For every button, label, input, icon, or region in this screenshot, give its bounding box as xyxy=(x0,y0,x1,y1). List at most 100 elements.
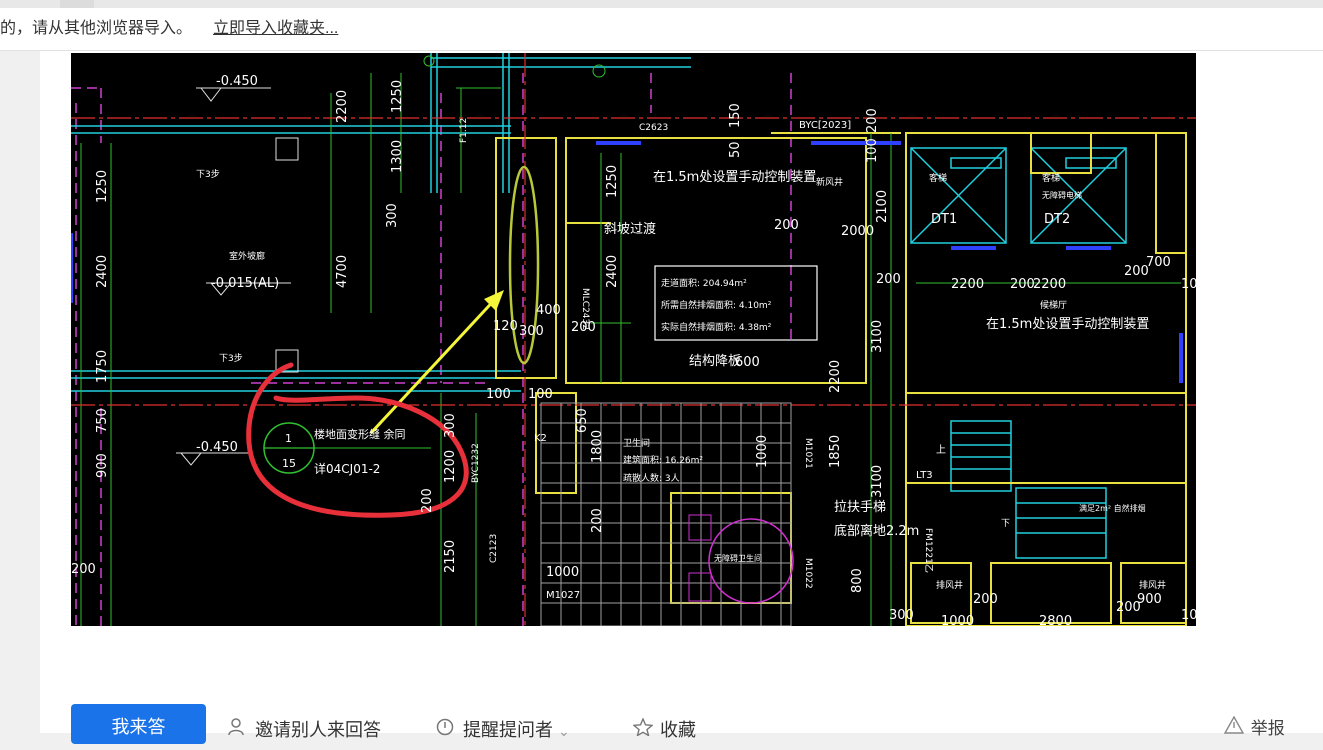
cad-label-200c: 200 xyxy=(571,320,596,335)
cad-label-200d: 200 xyxy=(876,272,901,287)
cad-label-dt2: DT2 xyxy=(1044,212,1070,227)
cad-dim-1250b: 1250 xyxy=(390,80,405,113)
cad-label-wc: 卫生间 xyxy=(623,437,650,449)
remind-asker-label: 提醒提问者 xyxy=(463,720,554,740)
cad-label-elevator-2: 客梯 xyxy=(1042,172,1060,184)
import-notice-bar: 的，请从其他浏览器导入。 立即导入收藏夹... xyxy=(0,8,1323,51)
cad-label-600: 600 xyxy=(735,355,760,370)
cad-dim-200b: 200 xyxy=(420,488,435,513)
cad-label-1000: 1000 xyxy=(755,435,770,468)
cad-area-smoke-req: 所需自然排烟面积: 4.10m² xyxy=(661,299,772,311)
cad-label-circle-top: 1 xyxy=(285,432,292,445)
cad-label-manual-1: 在1.5m处设置手动控制装置 xyxy=(653,170,816,185)
cad-outdoor-label: 室外坡廊 xyxy=(229,250,265,262)
cad-label-100d: 100 xyxy=(528,387,553,402)
cad-area-smoke-act: 实际自然排烟面积: 4.38m² xyxy=(661,321,772,333)
import-bookmarks-link[interactable]: 立即导入收藏夹... xyxy=(213,8,338,50)
cad-label-2200c: 2200 xyxy=(828,360,843,393)
cad-dim-300: 300 xyxy=(385,203,400,228)
cad-label-2200b: 2200 xyxy=(1033,277,1066,292)
cad-dim-2400: 2400 xyxy=(95,255,110,288)
cad-label-smoke-right: 满足2m² 自然排烟 xyxy=(1079,503,1146,513)
cad-label-m1027: M1027 xyxy=(546,590,580,601)
report-button[interactable]: 举报 xyxy=(1223,714,1285,739)
cad-label-800: 800 xyxy=(850,568,865,593)
chevron-down-icon: ⌄ xyxy=(558,723,570,739)
cad-dim-1300: 1300 xyxy=(390,140,405,173)
cad-label-byc1232: BYC1232 xyxy=(471,443,481,483)
cad-dim-1750: 1750 xyxy=(95,350,110,383)
cad-label-height: 底部离地2.2m xyxy=(834,523,919,539)
cad-label-shaft-right: 排风井 xyxy=(1139,579,1166,591)
cad-dim-900: 900 xyxy=(95,453,110,478)
cad-label-dt1: DT1 xyxy=(931,212,957,227)
cad-label-200g: 200 xyxy=(973,592,998,607)
cad-label-2000: 2000 xyxy=(841,224,874,239)
cad-label-shang: 上 xyxy=(936,444,946,456)
cad-label-lt3: LT3 xyxy=(916,470,933,481)
invite-answer-label: 邀请别人来回答 xyxy=(255,720,382,740)
cad-stair-down-2: 下3步 xyxy=(219,353,243,364)
cad-dim-300b: 300 xyxy=(443,413,458,438)
cad-dim-1200: 1200 xyxy=(443,450,458,483)
cad-label-900: 900 xyxy=(1137,592,1162,607)
browser-top-strip xyxy=(0,0,1323,8)
cad-label-freshair: 新风井 xyxy=(816,176,843,188)
cad-label-c2623: C2623 xyxy=(639,123,668,133)
cad-level-left: -0.450 xyxy=(196,440,238,455)
cad-label-200f: 200 xyxy=(1124,264,1149,279)
user-icon xyxy=(228,718,250,741)
cad-label-m1021: M1021 xyxy=(803,438,813,469)
cad-dim-1250: 1250 xyxy=(95,170,110,203)
star-icon xyxy=(632,717,655,741)
cad-label-1850: 1850 xyxy=(828,435,843,468)
cad-label-struct: 结构降板 xyxy=(689,354,741,369)
cad-label-2100: 2100 xyxy=(875,190,890,223)
cad-label-1000b: 1000 xyxy=(546,565,579,580)
cad-level-mid: -0.015(AL) xyxy=(211,276,279,291)
cad-label-grab: 拉扶手梯 xyxy=(834,500,886,515)
cad-label-200i: 200 xyxy=(590,508,605,533)
cad-label-f112: F1.12 xyxy=(459,118,469,143)
cad-label-300: 300 xyxy=(519,324,544,339)
tab-stub xyxy=(60,0,94,8)
answer-actions-bar: 我来答 邀请别人来回答 提醒提问者 ⌄ 收藏 举报 xyxy=(71,704,1323,744)
cad-label-1800: 1800 xyxy=(590,430,605,463)
cad-label-200: 200 xyxy=(774,218,799,233)
cad-label-elevator-1: 客梯 xyxy=(929,172,947,184)
cad-label-wc-people: 疏散人数: 3人 xyxy=(623,472,680,484)
cad-label-3100: 3100 xyxy=(870,320,885,353)
cad-label-2800: 2800 xyxy=(1039,614,1072,626)
cad-label-2400: 2400 xyxy=(605,255,620,288)
cad-level-top: -0.450 xyxy=(216,74,258,89)
answer-button[interactable]: 我来答 xyxy=(71,704,206,744)
cad-label-10: 10 xyxy=(1181,608,1196,623)
remind-asker-button[interactable]: 提醒提问者 ⌄ xyxy=(436,716,570,742)
cad-label-access-wc: 无障碍卫生间 xyxy=(714,553,762,563)
cad-label-fm1221: FM1221乙 xyxy=(923,528,934,573)
cad-label-manual-2: 在1.5m处设置手动控制装置 xyxy=(986,317,1149,332)
favorite-button[interactable]: 收藏 xyxy=(632,716,696,742)
cad-label-byc2023: BYC[2023] xyxy=(799,120,851,131)
cad-label-300c: 300 xyxy=(889,608,914,623)
cad-label-elevator-2b: 无障碍电梯 xyxy=(1042,190,1082,200)
cad-dim-4700: 4700 xyxy=(335,255,350,288)
cad-label-2200a: 2200 xyxy=(951,277,984,292)
cad-label-50: 50 xyxy=(728,141,743,158)
invite-answer-button[interactable]: 邀请别人来回答 xyxy=(228,716,381,742)
cad-label-150: 150 xyxy=(728,103,743,128)
cad-dim-200-left: 200 xyxy=(71,562,96,577)
cad-label-650: 650 xyxy=(575,408,590,433)
cad-label-3100b: 3100 xyxy=(870,465,885,498)
warning-icon xyxy=(1223,715,1246,739)
cad-label-m1022: M1022 xyxy=(803,558,813,589)
cad-label-c2123: C2123 xyxy=(489,534,499,563)
report-label: 举报 xyxy=(1250,719,1285,738)
cad-label-100b: 100 xyxy=(1181,277,1196,292)
clock-icon xyxy=(436,718,458,741)
cad-dim-2150: 2150 xyxy=(443,540,458,573)
cad-label-120: 120 xyxy=(493,319,518,334)
cad-label-detail: 详04CJ01-2 xyxy=(314,461,380,476)
cad-area-walkway: 走道面积: 204.94m² xyxy=(661,277,747,289)
cad-label-k2: K2 xyxy=(534,433,547,444)
